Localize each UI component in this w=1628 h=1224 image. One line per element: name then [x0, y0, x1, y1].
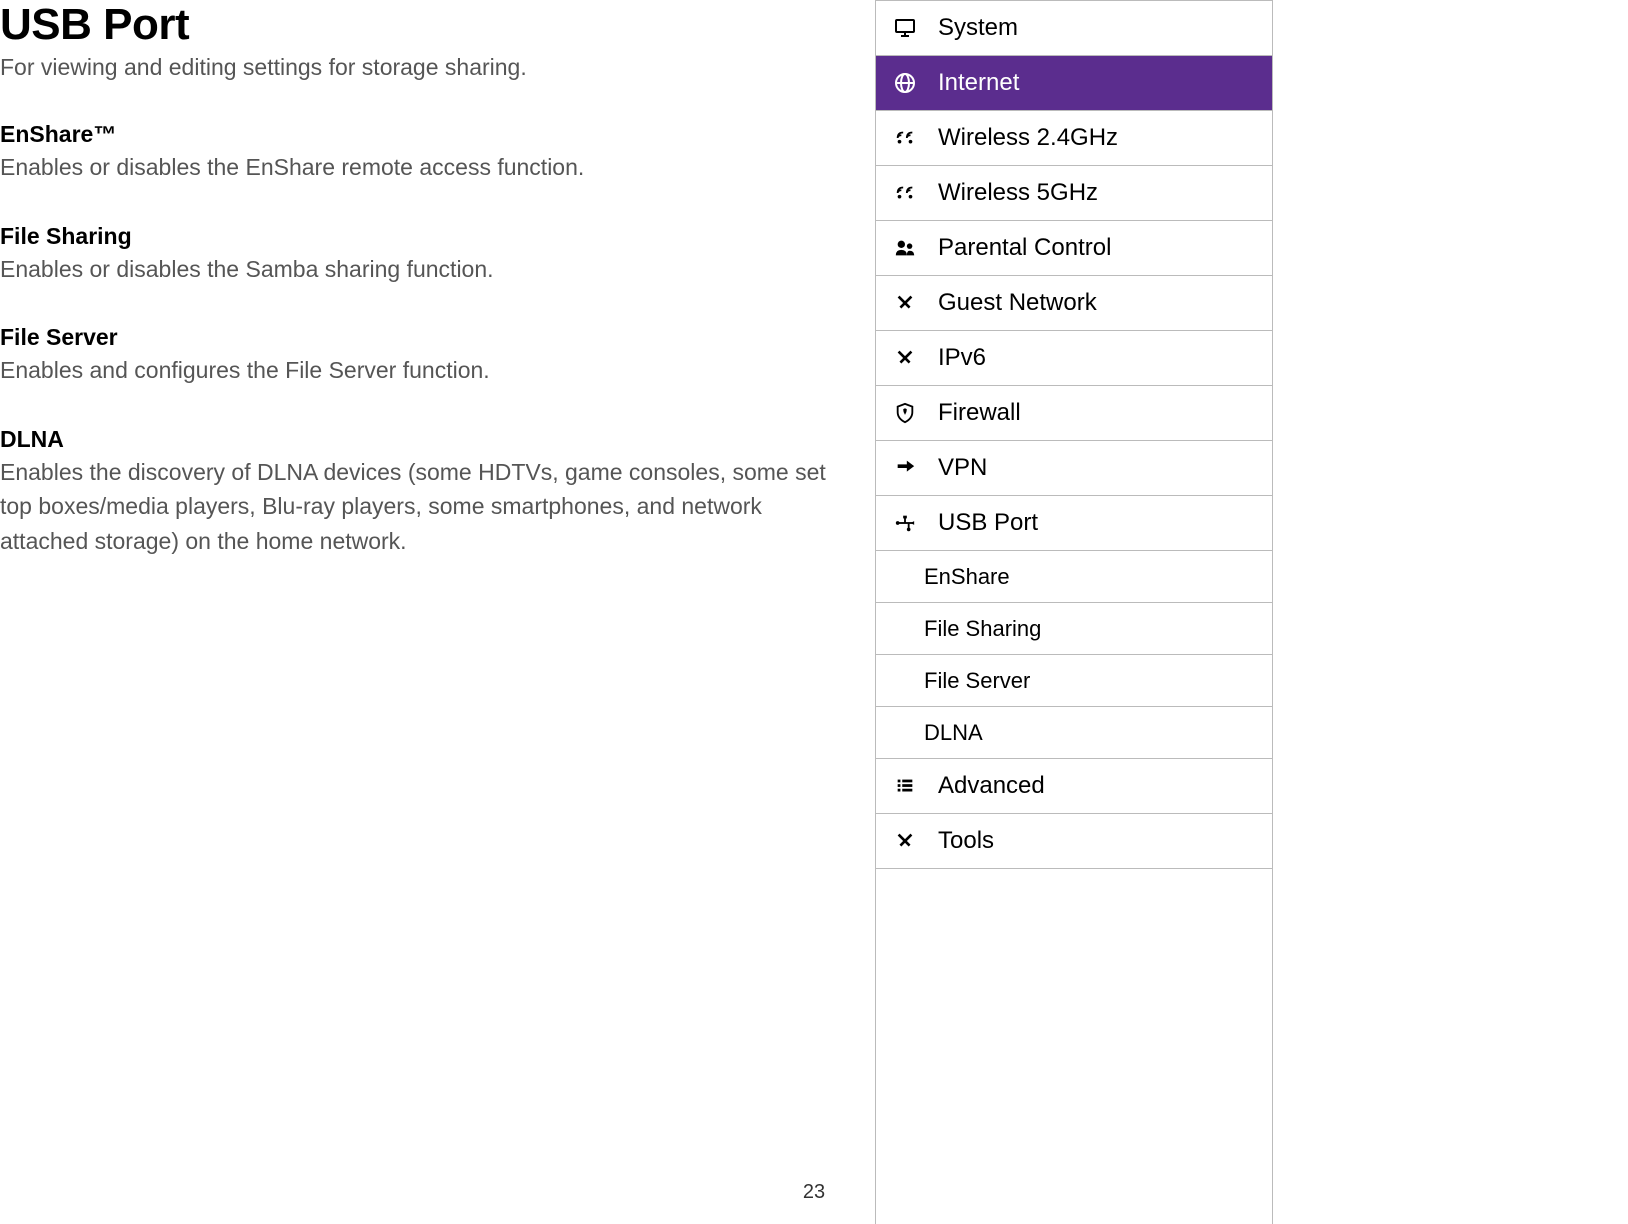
menu-item-system[interactable]: System — [876, 1, 1272, 56]
menu-label: Internet — [938, 69, 1019, 97]
submenu-dlna[interactable]: DLNA — [876, 707, 1272, 759]
page-subtitle: For viewing and editing settings for sto… — [0, 54, 855, 81]
tools-icon — [890, 288, 920, 318]
menu-item-ipv6[interactable]: IPv6 — [876, 331, 1272, 386]
submenu-file-server[interactable]: File Server — [876, 655, 1272, 707]
section-enshare: EnShare™ Enables or disables the EnShare… — [0, 121, 855, 185]
section-heading: EnShare™ — [0, 121, 855, 148]
section-desc: Enables or disables the Samba sharing fu… — [0, 252, 855, 287]
menu-label: System — [938, 14, 1018, 42]
menu-label: Guest Network — [938, 289, 1097, 317]
submenu-label: File Server — [924, 668, 1030, 694]
arrow-icon — [890, 453, 920, 483]
menu-label: Advanced — [938, 772, 1045, 800]
wifi-icon — [890, 123, 920, 153]
submenu-label: File Sharing — [924, 616, 1041, 642]
menu-item-guest[interactable]: Guest Network — [876, 276, 1272, 331]
section-desc: Enables the discovery of DLNA devices (s… — [0, 455, 855, 559]
tools-icon — [890, 826, 920, 856]
users-icon — [890, 233, 920, 263]
monitor-icon — [890, 13, 920, 43]
menu-label: Tools — [938, 827, 994, 855]
section-file-sharing: File Sharing Enables or disables the Sam… — [0, 223, 855, 287]
wifi-icon — [890, 178, 920, 208]
menu-label: USB Port — [938, 509, 1038, 537]
menu-label: Wireless 2.4GHz — [938, 124, 1118, 152]
section-dlna: DLNA Enables the discovery of DLNA devic… — [0, 426, 855, 559]
sidebar-menu: System Internet Wireless 2.4GHz Wireless… — [875, 0, 1273, 1224]
menu-label: VPN — [938, 454, 987, 482]
menu-item-firewall[interactable]: Firewall — [876, 386, 1272, 441]
submenu-enshare[interactable]: EnShare — [876, 551, 1272, 603]
menu-item-wireless-5[interactable]: Wireless 5GHz — [876, 166, 1272, 221]
section-desc: Enables or disables the EnShare remote a… — [0, 150, 855, 185]
menu-item-vpn[interactable]: VPN — [876, 441, 1272, 496]
menu-item-parental[interactable]: Parental Control — [876, 221, 1272, 276]
page-title: USB Port — [0, 0, 855, 50]
submenu-label: DLNA — [924, 720, 983, 746]
section-heading: File Server — [0, 324, 855, 351]
menu-label: Firewall — [938, 399, 1021, 427]
menu-item-tools[interactable]: Tools — [876, 814, 1272, 869]
menu-item-internet[interactable]: Internet — [876, 56, 1272, 111]
page-number: 23 — [803, 1181, 825, 1204]
menu-item-usb[interactable]: USB Port — [876, 496, 1272, 551]
tools-icon — [890, 343, 920, 373]
menu-label: Wireless 5GHz — [938, 179, 1098, 207]
menu-label: IPv6 — [938, 344, 986, 372]
section-heading: File Sharing — [0, 223, 855, 250]
list-icon — [890, 771, 920, 801]
usb-icon — [890, 508, 920, 538]
section-heading: DLNA — [0, 426, 855, 453]
section-file-server: File Server Enables and configures the F… — [0, 324, 855, 388]
menu-item-advanced[interactable]: Advanced — [876, 759, 1272, 814]
section-desc: Enables and configures the File Server f… — [0, 353, 855, 388]
submenu-label: EnShare — [924, 564, 1010, 590]
submenu-file-sharing[interactable]: File Sharing — [876, 603, 1272, 655]
main-content: USB Port For viewing and editing setting… — [0, 0, 875, 1224]
menu-label: Parental Control — [938, 234, 1111, 262]
shield-icon — [890, 398, 920, 428]
globe-icon — [890, 68, 920, 98]
menu-item-wireless-24[interactable]: Wireless 2.4GHz — [876, 111, 1272, 166]
